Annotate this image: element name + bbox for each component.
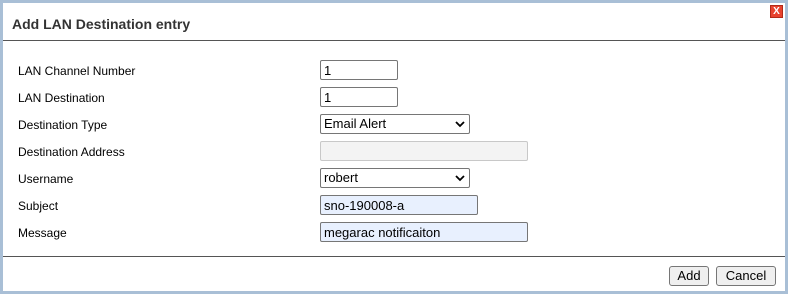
destination-address-input (320, 141, 528, 161)
row-destination-address: Destination Address (3, 141, 785, 165)
lan-channel-number-label: LAN Channel Number (18, 64, 136, 78)
row-message: Message (3, 222, 785, 246)
add-button[interactable]: Add (669, 266, 709, 286)
close-icon[interactable]: X (770, 5, 783, 18)
dialog-title: Add LAN Destination entry (12, 16, 191, 32)
username-label: Username (18, 172, 74, 186)
add-lan-destination-dialog: Add LAN Destination entry X LAN Channel … (0, 0, 788, 294)
row-lan-destination: LAN Destination (3, 87, 785, 111)
lan-destination-label: LAN Destination (18, 91, 105, 105)
dialog-footer: Add Cancel (3, 256, 785, 292)
chevron-down-icon (455, 121, 465, 128)
row-username: Username robert (3, 168, 785, 192)
lan-channel-number-input[interactable] (320, 60, 398, 80)
destination-address-label: Destination Address (18, 145, 125, 159)
chevron-down-icon (455, 175, 465, 182)
destination-type-select[interactable]: Email Alert (320, 114, 470, 134)
row-subject: Subject (3, 195, 785, 219)
message-label: Message (18, 226, 67, 240)
row-lan-channel-number: LAN Channel Number (3, 60, 785, 84)
subject-input[interactable] (320, 195, 478, 215)
row-destination-type: Destination Type Email Alert (3, 114, 785, 138)
username-value: robert (324, 170, 358, 185)
dialog-titlebar: Add LAN Destination entry X (3, 3, 785, 41)
message-input[interactable] (320, 222, 528, 242)
username-select[interactable]: robert (320, 168, 470, 188)
subject-label: Subject (18, 199, 59, 213)
cancel-button[interactable]: Cancel (716, 266, 776, 286)
lan-destination-input[interactable] (320, 87, 398, 107)
destination-type-label: Destination Type (18, 118, 108, 132)
destination-type-value: Email Alert (324, 116, 387, 131)
